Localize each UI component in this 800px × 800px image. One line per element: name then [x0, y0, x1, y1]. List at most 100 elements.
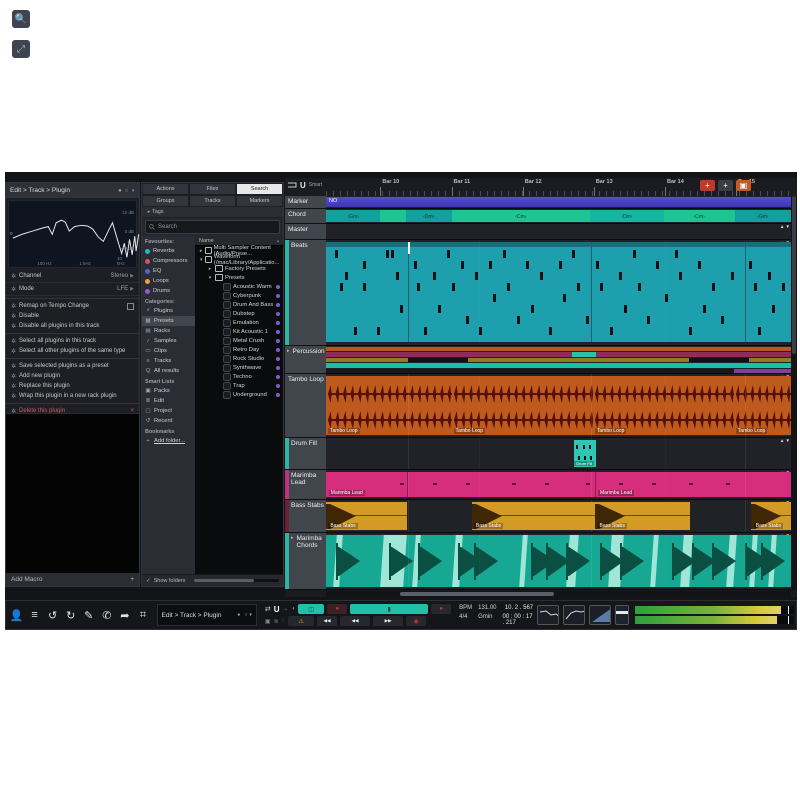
- tab-search[interactable]: Search: [236, 183, 283, 195]
- category-samples[interactable]: ♪Samples: [142, 336, 195, 346]
- level-curve-icon[interactable]: [563, 605, 585, 625]
- menu-arrow-icon[interactable]: ▾: [249, 612, 252, 618]
- chord-clip[interactable]: ‹Dm›: [406, 210, 453, 222]
- menu-item[interactable]: ✲Save selected plugins as a preset: [6, 361, 139, 371]
- audio-clip-tambo[interactable]: Tambo Loop: [734, 376, 791, 435]
- loop-icon[interactable]: ⇄: [265, 605, 271, 613]
- track-header[interactable]: Marker: [285, 196, 326, 209]
- tab-groups[interactable]: Groups: [142, 195, 189, 207]
- gallery-zoom-in-thumb[interactable]: 🔍: [12, 10, 30, 28]
- tree-item[interactable]: Retro Day: [195, 345, 283, 354]
- twisty-icon[interactable]: ▾: [207, 275, 213, 281]
- percussion-lane[interactable]: [326, 358, 791, 362]
- track-header[interactable]: Beats: [285, 240, 326, 346]
- wrench-icon[interactable]: ✎: [81, 606, 96, 624]
- power-icon[interactable]: ○: [125, 188, 129, 194]
- track-content[interactable]: ▲ ▼Tambo LoopTambo LoopTambo LoopTambo L…: [326, 374, 791, 438]
- tree-item[interactable]: Underground: [195, 390, 283, 399]
- browser-hscrollbar[interactable]: [194, 579, 279, 582]
- category-tracks[interactable]: ≡Tracks: [142, 356, 195, 366]
- folder-twisty-icon[interactable]: ▸: [291, 535, 294, 541]
- category-plugins[interactable]: ⚡Plugins: [142, 306, 195, 316]
- tree-item[interactable]: Acoustic Warm: [195, 282, 283, 291]
- tab-tracks[interactable]: Tracks: [189, 195, 236, 207]
- show-folders-checkbox[interactable]: ✓: [146, 578, 151, 584]
- preset-icon[interactable]: ●: [118, 188, 122, 194]
- twisty-icon[interactable]: ▸: [199, 248, 203, 254]
- tree-item[interactable]: Trap: [195, 381, 283, 390]
- menu-item[interactable]: ✲Add new plugin: [6, 371, 139, 381]
- chord-clip[interactable]: ‹Cm›: [664, 210, 736, 222]
- phone-icon[interactable]: ✆: [99, 606, 114, 624]
- position-values[interactable]: 10. 2 . 56700 : 00 : 17 . 217: [503, 605, 534, 626]
- tree-item[interactable]: Emulation: [195, 318, 283, 327]
- track-content[interactable]: ▲ ▼: [326, 346, 791, 374]
- menu-item[interactable]: ✲Select all other plugins of the same ty…: [6, 346, 139, 356]
- sort-icon[interactable]: ▴: [277, 238, 279, 243]
- timeline-ruler[interactable]: USmartBar 10Bar 11Bar 12Bar 13Bar 14Bar …: [285, 178, 797, 197]
- record-icon[interactable]: ●: [237, 612, 240, 618]
- menu-item[interactable]: ✲Disable all plugins in this track: [6, 321, 139, 331]
- menu-item[interactable]: ✲Select all plugins in this track: [6, 336, 139, 346]
- tab-markers[interactable]: Markers: [236, 195, 283, 207]
- pin-icon[interactable]: ◗: [131, 188, 135, 194]
- tempo-values[interactable]: 131.00Gmin: [478, 605, 496, 626]
- track-content[interactable]: ▲ ▼: [326, 240, 791, 346]
- keyboard-icon[interactable]: ⌗: [135, 606, 150, 624]
- tree-item[interactable]: Cyberpunk: [195, 291, 283, 300]
- forward-button[interactable]: ▶▶: [373, 616, 403, 626]
- smartlist-project[interactable]: ▢Project: [142, 406, 195, 416]
- monitor-icon[interactable]: ○: [244, 612, 247, 618]
- sync-icon[interactable]: ◌: [282, 618, 286, 624]
- track-resize-icon[interactable]: ▲ ▼: [780, 439, 790, 443]
- audio-clip-marimba-chords[interactable]: [326, 535, 791, 587]
- track-content[interactable]: ▲ ▼NO: [326, 196, 791, 209]
- track-content[interactable]: ▲ ▼Drum Fill: [326, 438, 791, 470]
- audio-clip-tambo[interactable]: Tambo Loop: [326, 376, 453, 435]
- track-header[interactable]: ▸Percussion: [285, 346, 326, 374]
- chord-clip[interactable]: ‹Dm›: [590, 210, 664, 222]
- favourite-loops[interactable]: Loops: [142, 276, 195, 286]
- safety-icon[interactable]: ▣: [736, 180, 751, 191]
- percussion-lane[interactable]: [326, 363, 791, 367]
- favourite-eq[interactable]: EQ: [142, 266, 195, 276]
- menu-item[interactable]: ✲Disable: [6, 311, 139, 321]
- record-button[interactable]: ●: [431, 604, 451, 614]
- menu-item[interactable]: ✲Remap on Tempo Change: [6, 301, 139, 311]
- rewind-button[interactable]: ◀◀: [317, 616, 337, 626]
- category-presets[interactable]: ▦Presets: [142, 316, 195, 326]
- rewind2-button[interactable]: ◀◀: [340, 616, 370, 626]
- checkbox-icon[interactable]: [127, 303, 134, 310]
- add-macro-bar[interactable]: Add Macro +: [6, 573, 139, 586]
- track-header[interactable]: Master: [285, 224, 326, 240]
- hscroll-thumb[interactable]: [400, 592, 553, 596]
- tab-actions[interactable]: Actions: [142, 183, 189, 195]
- tree-item[interactable]: Techno: [195, 372, 283, 381]
- track-header[interactable]: Marimba Lead: [285, 470, 326, 500]
- gallery-zoom-out-thumb[interactable]: ⤢: [12, 40, 30, 58]
- menu-icon[interactable]: ≡: [27, 606, 42, 624]
- track-header[interactable]: ▸Marimba Chords: [285, 533, 326, 590]
- twisty-icon[interactable]: ▸: [207, 266, 213, 272]
- tree-item[interactable]: Dubstep: [195, 309, 283, 318]
- track-content[interactable]: ▲ ▼: [326, 224, 791, 240]
- midi-clip-beats[interactable]: [326, 242, 791, 342]
- chord-clip[interactable]: [380, 210, 407, 222]
- tree-item[interactable]: ▾Waveform (/mac/Library/Applicatio...: [195, 255, 283, 264]
- smartlist-recent[interactable]: ↺Recent: [142, 416, 195, 426]
- track-resize-icon[interactable]: ▲ ▼: [780, 225, 790, 229]
- master-fader[interactable]: [615, 605, 629, 625]
- snap-icon[interactable]: ▣: [265, 618, 271, 625]
- share-icon[interactable]: ➦: [117, 606, 132, 624]
- tree-item[interactable]: Rock Studio: [195, 354, 283, 363]
- fade-icon[interactable]: [589, 605, 611, 625]
- tree-item[interactable]: ▾Presets: [195, 273, 283, 282]
- favourite-reverbs[interactable]: Reverbs: [142, 246, 195, 256]
- stop-button[interactable]: ◉: [406, 616, 426, 626]
- favourite-drums[interactable]: Drums: [142, 286, 195, 296]
- edit-menu-chip[interactable]: USmart: [287, 180, 322, 190]
- favourite-compressors[interactable]: Compressors: [142, 256, 195, 266]
- marker-clip[interactable]: NO: [326, 197, 791, 207]
- track-header[interactable]: Drum Fill: [285, 438, 326, 470]
- tree-item[interactable]: Metal Crush: [195, 336, 283, 345]
